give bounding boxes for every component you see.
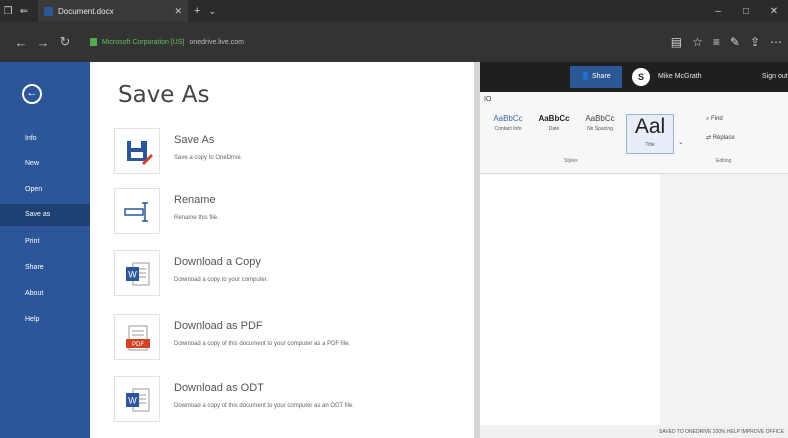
document-background: 👤 Share S Mike McGrath Sign out IO AaBbC… — [480, 62, 788, 438]
option-description: Download a copy to your computer. — [174, 277, 269, 283]
word-header-bar: 👤 Share S Mike McGrath Sign out — [480, 62, 788, 92]
style-name: Contact Info — [494, 126, 522, 132]
close-tab-icon[interactable]: ✕ — [174, 6, 182, 17]
replace-label: Replace — [712, 135, 735, 141]
option-name: Save As — [174, 134, 215, 146]
option-name: Download as PDF — [174, 320, 263, 332]
tab-title: Document.docx — [58, 6, 114, 16]
word-doc-icon: W — [114, 250, 160, 296]
svg-text:W: W — [128, 396, 137, 406]
address-bar: ← → ↻ Microsoft Corporation [US] onedriv… — [0, 22, 788, 62]
find-label: Find — [711, 116, 723, 122]
status-bar: SAVED TO ONEDRIVE 100% HELP IMPROVE OFFI… — [480, 426, 788, 438]
editing-group-label: Editing — [716, 158, 732, 164]
tab-list-chevron-icon[interactable]: ⌄ — [208, 6, 216, 17]
replace-button[interactable]: ⇄ Replace — [706, 134, 735, 141]
more-icon[interactable]: ⋯ — [770, 35, 782, 49]
svg-text:PDF: PDF — [132, 342, 144, 348]
style-no-spacing[interactable]: AaBbCc No Spacing — [578, 114, 622, 154]
rail-item-info[interactable]: Info — [0, 128, 90, 150]
url-field[interactable]: onedrive.live.com — [189, 39, 243, 46]
ribbon-tab[interactable]: IO — [484, 96, 491, 103]
save-as-option[interactable]: Save As Save a copy to OneDrive. — [114, 128, 464, 178]
rename-option[interactable]: Rename Rename this file. — [114, 188, 464, 238]
style-title[interactable]: Aal Title — [626, 114, 674, 154]
document-page[interactable] — [480, 175, 660, 425]
option-name: Rename — [174, 194, 216, 206]
favorite-star-icon[interactable]: ☆ — [692, 35, 703, 49]
back-arrow-icon[interactable]: ← — [22, 84, 42, 104]
browser-window: ❐ ⇐ Document.docx ✕ + ⌄ – □ ✕ ← → ↻ Micr… — [0, 0, 788, 438]
browser-toolbar: ▤ ☆ ≡ ✎ ⇪ ⋯ — [671, 22, 782, 62]
site-identity[interactable]: Microsoft Corporation [US] — [102, 39, 184, 46]
option-description: Save a copy to OneDrive. — [174, 155, 243, 161]
lock-icon — [90, 38, 97, 46]
close-window-icon[interactable]: ✕ — [760, 0, 788, 22]
option-description: Rename this file. — [174, 215, 219, 221]
word-doc-icon: W — [114, 376, 160, 422]
maximize-icon[interactable]: □ — [732, 0, 760, 22]
share-button[interactable]: 👤 Share — [570, 66, 622, 88]
style-preview: Aal — [634, 115, 666, 138]
web-note-icon[interactable]: ✎ — [730, 35, 740, 49]
rail-item-print[interactable]: Print — [0, 231, 90, 253]
sign-out-link[interactable]: Sign out — [762, 62, 788, 92]
word-favicon-icon — [44, 6, 53, 16]
svg-text:W: W — [128, 270, 137, 280]
download-odt-option[interactable]: W Download as ODT Download a copy of thi… — [114, 376, 464, 426]
minimize-icon[interactable]: – — [704, 0, 732, 22]
tab-bar: ❐ ⇐ Document.docx ✕ + ⌄ – □ ✕ — [0, 0, 788, 22]
style-preview: AaBbCc — [585, 114, 615, 123]
style-date[interactable]: AaBbCc Date — [532, 114, 576, 154]
browser-tab[interactable]: Document.docx ✕ — [38, 0, 188, 22]
styles-group-label: Styles — [564, 158, 578, 164]
save-as-panel: Save As Save As Save a copy to OneDrive. — [90, 62, 478, 438]
back-arrow-icon[interactable]: ← — [10, 35, 32, 50]
rail-item-help[interactable]: Help — [0, 309, 90, 331]
download-copy-option[interactable]: W Download a Copy Download a copy to you… — [114, 250, 464, 300]
page-title: Save As — [118, 82, 210, 108]
window-controls: – □ ✕ — [704, 0, 788, 22]
backstage-rail: ← Info New Open Save as Print Share Abou… — [0, 62, 90, 438]
style-name: Title — [645, 142, 655, 148]
reading-view-icon[interactable]: ▤ — [671, 35, 682, 49]
tab-actions-icon[interactable]: ❐ — [0, 6, 16, 17]
option-name: Download a Copy — [174, 256, 261, 268]
rail-item-share[interactable]: Share — [0, 257, 90, 279]
find-button[interactable]: ⌕ Find — [706, 116, 723, 123]
refresh-icon[interactable]: ↻ — [54, 34, 76, 50]
style-contact-info[interactable]: AaBbCc Contact Info — [486, 114, 530, 154]
styles-more-icon[interactable]: ⌄ — [678, 138, 684, 146]
rail-item-open[interactable]: Open — [0, 179, 90, 201]
style-name: Date — [548, 126, 560, 132]
user-name[interactable]: Mike McGrath — [658, 62, 702, 92]
share-label: Share — [591, 73, 611, 80]
download-pdf-option[interactable]: PDF Download as PDF Download a copy of t… — [114, 314, 464, 364]
option-name: Download as ODT — [174, 382, 264, 394]
hub-icon[interactable]: ≡ — [713, 35, 720, 49]
style-preview: AaBbCc — [538, 114, 570, 123]
rail-item-save-as[interactable]: Save as — [0, 204, 90, 226]
rename-icon — [114, 188, 160, 234]
save-as-icon — [114, 128, 160, 174]
skype-icon[interactable]: S — [632, 68, 650, 86]
ribbon: IO AaBbCc Contact Info AaBbCc Date AaBbC… — [480, 92, 788, 174]
share-icon[interactable]: ⇪ — [750, 35, 760, 49]
forward-arrow-icon[interactable]: → — [32, 35, 54, 50]
rail-item-new[interactable]: New — [0, 153, 90, 175]
rail-item-about[interactable]: About — [0, 283, 90, 305]
option-description: Download a copy of this document to your… — [174, 341, 351, 347]
style-name: No Spacing — [587, 126, 613, 132]
tab-preview-icon[interactable]: ⇐ — [16, 6, 32, 17]
pdf-icon: PDF — [114, 314, 160, 360]
option-description: Download a copy of this document to your… — [174, 403, 354, 409]
style-preview: AaBbCc — [493, 114, 523, 123]
new-tab-icon[interactable]: + — [194, 5, 200, 17]
